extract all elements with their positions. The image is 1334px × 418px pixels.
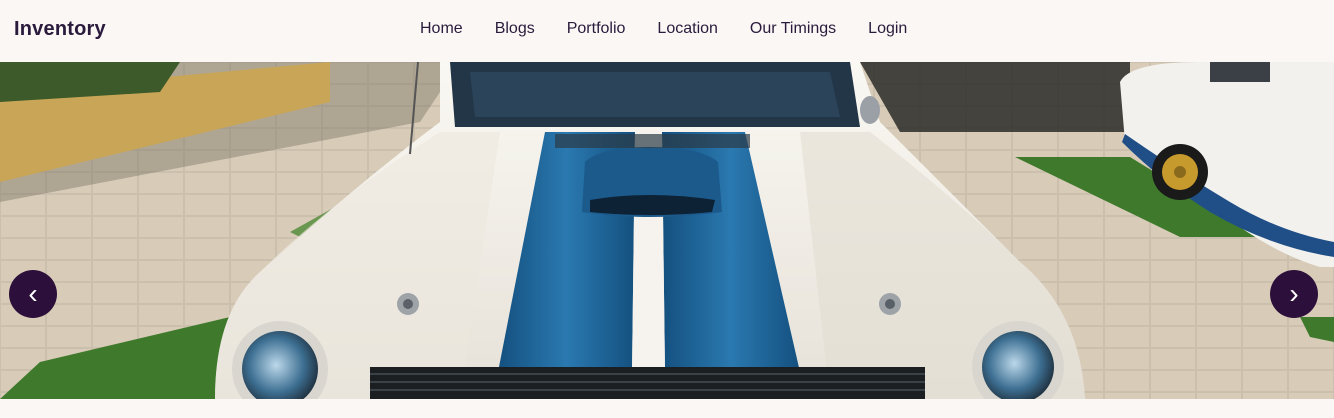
hero-carousel: ‹ ›	[0, 62, 1334, 399]
nav-item-portfolio[interactable]: Portfolio	[567, 20, 626, 38]
nav-menu: Home Blogs Portfolio Location Our Timing…	[420, 20, 939, 38]
nav-item-login[interactable]: Login	[868, 20, 907, 38]
navbar: Inventory Home Blogs Portfolio Location …	[0, 0, 1334, 62]
nav-item-location[interactable]: Location	[657, 20, 718, 38]
page-bottom-area	[0, 399, 1334, 418]
carousel-slide-image	[0, 62, 1334, 399]
carousel-prev-button[interactable]: ‹	[9, 270, 57, 318]
brand-logo[interactable]: Inventory	[14, 18, 106, 41]
carousel-next-button[interactable]: ›	[1270, 270, 1318, 318]
nav-item-our-timings[interactable]: Our Timings	[750, 20, 836, 38]
nav-item-blogs[interactable]: Blogs	[495, 20, 535, 38]
nav-item-home[interactable]: Home	[420, 20, 463, 38]
